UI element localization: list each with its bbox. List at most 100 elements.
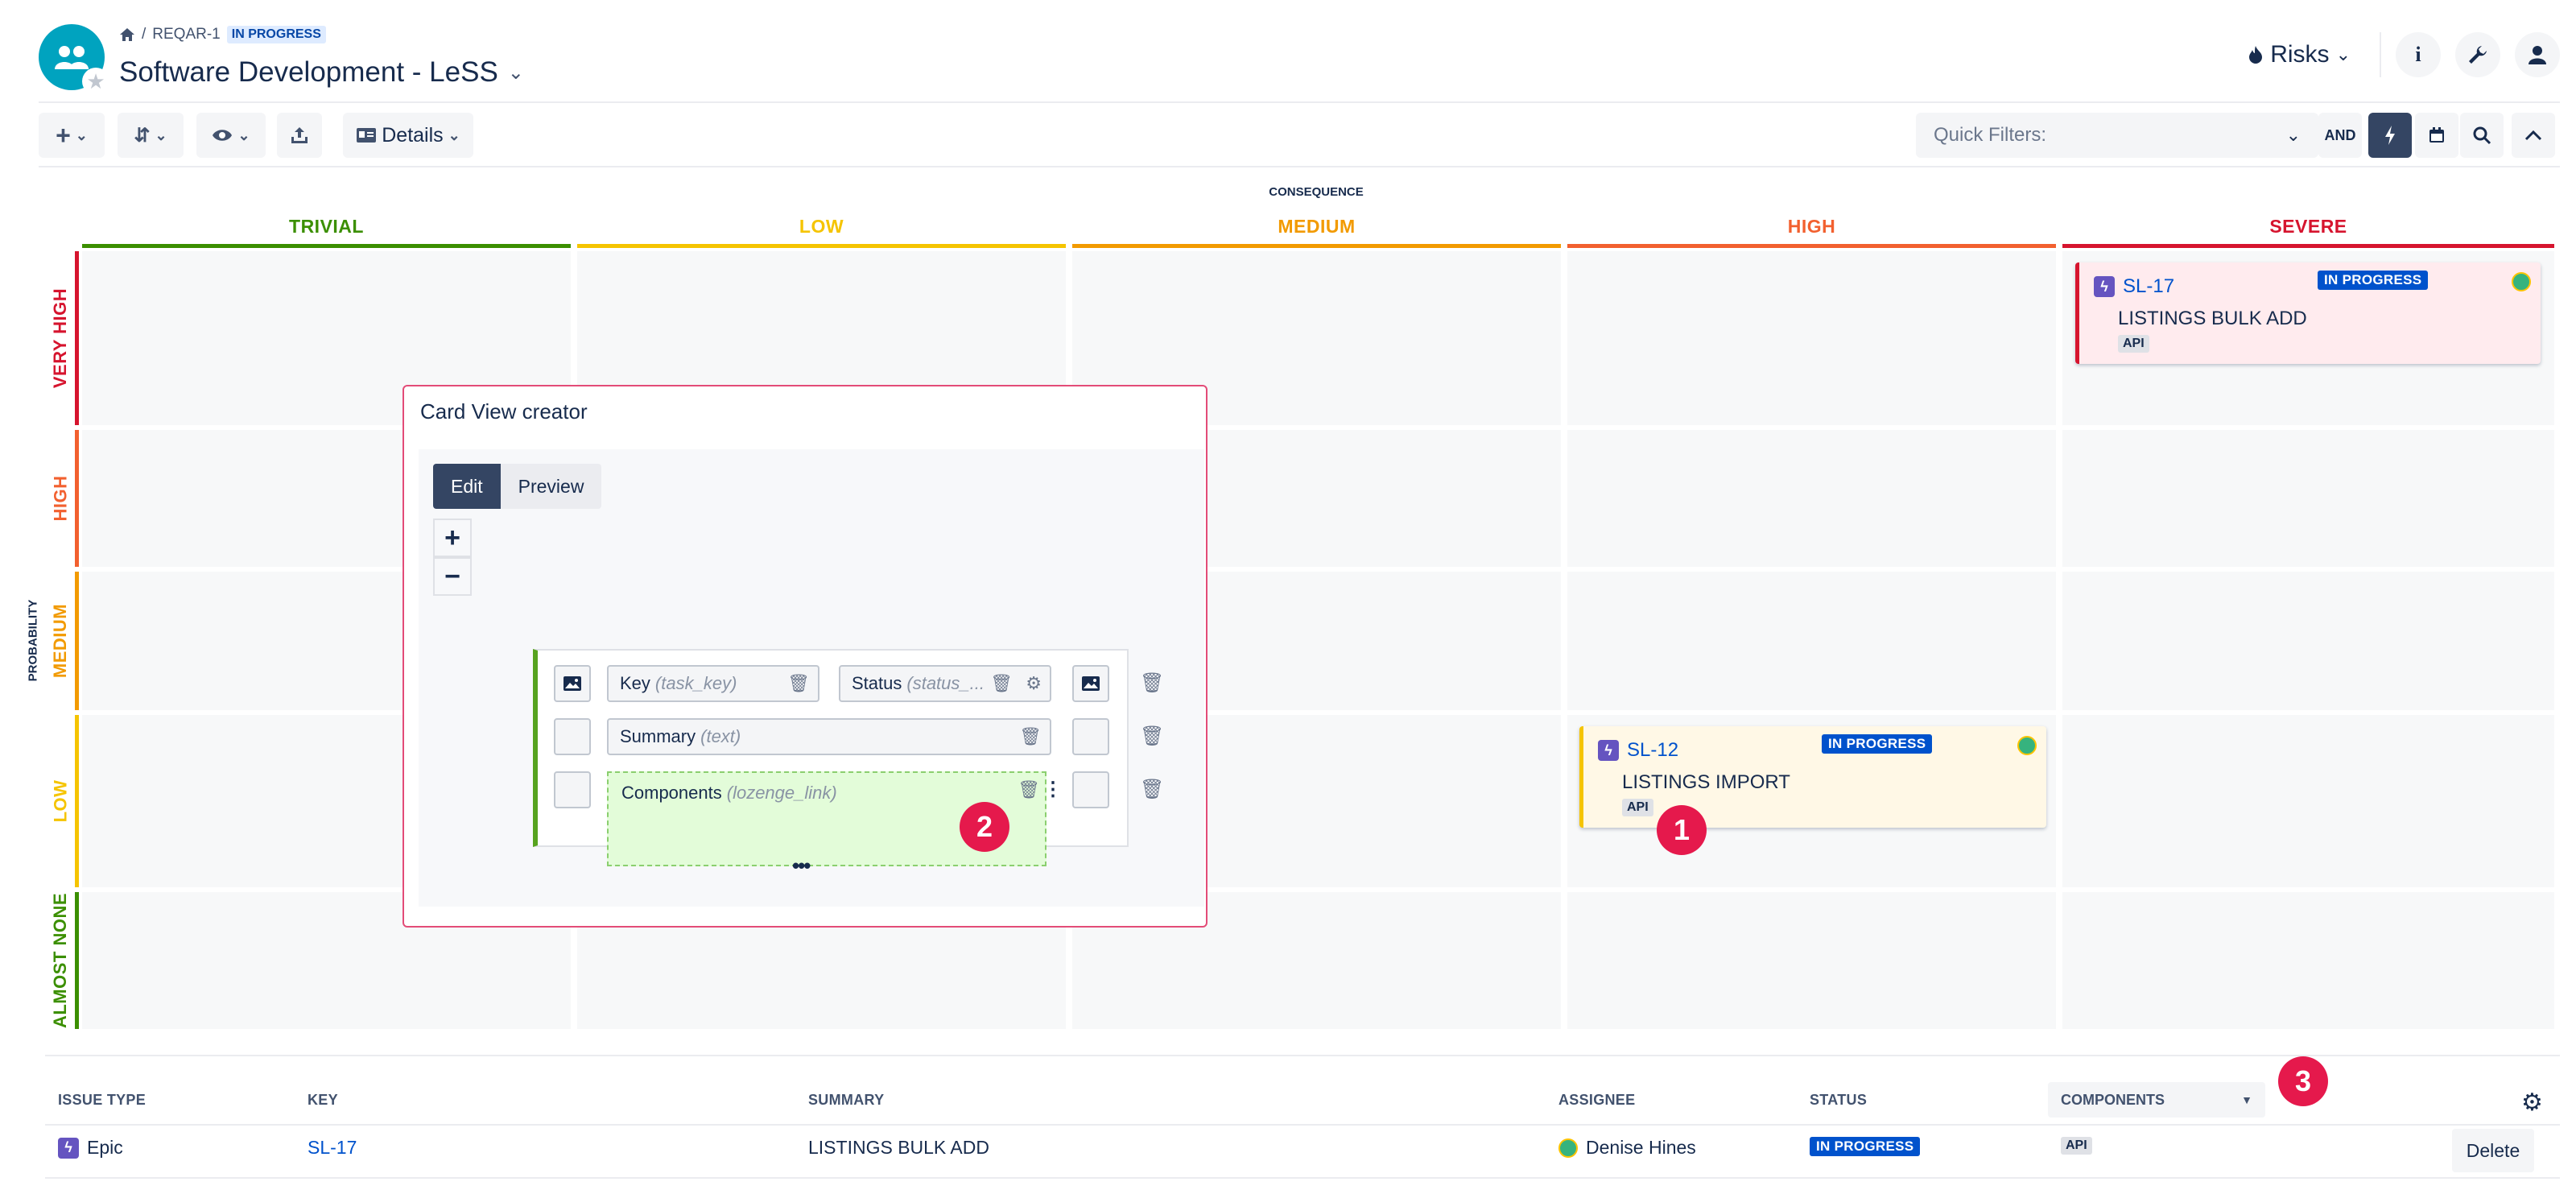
lightning-view-button[interactable] (2368, 113, 2412, 158)
status-field[interactable]: Status (status_... 🗑 ⚙ (839, 665, 1051, 702)
header-actions: Risks ⌄ i (2233, 32, 2560, 77)
epic-icon: ϟ (58, 1137, 79, 1159)
issue-type-text: Epic (87, 1137, 123, 1158)
row-trash-icon[interactable]: 🗑 (1140, 725, 1164, 748)
row-trash-icon[interactable]: 🗑 (1140, 671, 1164, 695)
collapse-button[interactable] (2512, 113, 2555, 158)
trash-icon[interactable]: 🗑 (1018, 779, 1040, 800)
column-header-high: HIGH (1567, 216, 2056, 248)
matrix-cell[interactable] (1567, 430, 2056, 567)
image-slot[interactable] (554, 665, 591, 702)
drag-handle-icon[interactable]: ⋮ (1043, 778, 1063, 801)
card-key[interactable]: ϟ SL-12 (1598, 739, 1678, 762)
quick-filters-select[interactable]: Quick Filters: ⌄ (1916, 113, 2318, 158)
cell-status: IN PROGRESS (1810, 1137, 1921, 1156)
info-icon[interactable]: i (2396, 32, 2441, 77)
breadcrumb: / REQAR-1 IN PROGRESS (119, 26, 326, 43)
id-card-icon (357, 128, 377, 143)
summary-field[interactable]: Summary (text) 🗑 (607, 718, 1051, 755)
component-lozenge[interactable]: API (1622, 799, 1653, 816)
field-label: Key (620, 673, 650, 693)
calendar-view-button[interactable] (2415, 113, 2458, 158)
details-button[interactable]: Details ⌄ (343, 113, 473, 158)
toolbar-divider (39, 166, 2560, 167)
column-header-low: LOW (577, 216, 1066, 248)
trash-icon[interactable]: 🗑 (1019, 726, 1042, 747)
row-trash-icon[interactable]: 🗑 (1140, 778, 1164, 801)
chevron-down-icon: ⌄ (2285, 125, 2301, 145)
gear-icon[interactable]: ⚙ (1026, 673, 1042, 694)
card-key-text: SL-12 (1627, 739, 1679, 761)
matrix-cell[interactable] (2062, 572, 2554, 710)
assignee-avatar (1558, 1138, 1578, 1158)
field-label: Components (621, 783, 722, 803)
user-icon[interactable] (2515, 32, 2560, 77)
card-key[interactable]: ϟ SL-17 (2094, 275, 2174, 298)
export-button[interactable] (277, 113, 322, 158)
zoom-in-button[interactable]: + (433, 519, 472, 557)
row-header-medium: MEDIUM (47, 572, 79, 710)
component-lozenge[interactable]: API (2061, 1137, 2092, 1155)
divider (2380, 32, 2381, 77)
image-slot[interactable] (1072, 665, 1109, 702)
field-hint: (lozenge_link) (726, 783, 837, 803)
matrix-cell[interactable] (1567, 251, 2056, 425)
col-components[interactable]: COMPONENTS ▼ (2048, 1082, 2265, 1118)
add-button[interactable]: + ⌄ (39, 113, 105, 158)
matrix-cell[interactable] (2062, 430, 2554, 567)
table-settings-gear-icon[interactable]: ⚙ (2521, 1089, 2543, 1117)
matrix-cell[interactable] (2062, 892, 2554, 1029)
cell-key[interactable]: SL-17 (308, 1137, 357, 1159)
callout-badge-3: 3 (2278, 1056, 2328, 1106)
search-button[interactable] (2460, 113, 2504, 158)
col-key[interactable]: KEY (308, 1092, 338, 1109)
matrix-cell[interactable] (1567, 892, 2056, 1029)
component-lozenge[interactable]: API (2118, 335, 2149, 353)
col-status[interactable]: STATUS (1810, 1092, 1867, 1109)
wrench-icon[interactable] (2455, 32, 2500, 77)
sort-icon: ⇵ (134, 124, 151, 147)
project-avatar[interactable]: ★ (39, 24, 109, 95)
delete-button[interactable]: Delete (2452, 1129, 2534, 1172)
page-title[interactable]: Software Development - LeSS ⌄ (119, 56, 524, 89)
col-summary[interactable]: SUMMARY (808, 1092, 884, 1109)
tab-edit[interactable]: Edit (433, 464, 501, 509)
epic-icon: ϟ (1598, 740, 1619, 761)
col-issue-type[interactable]: ISSUE TYPE (58, 1092, 146, 1109)
more-options-icon[interactable]: ••• (792, 853, 811, 878)
risk-card[interactable]: ϟ SL-17 IN PROGRESS LISTINGS BULK ADD AP… (2075, 262, 2541, 364)
breadcrumb-separator: / (142, 26, 147, 43)
empty-slot[interactable] (1072, 718, 1109, 755)
column-header-severe: SEVERE (2062, 216, 2554, 248)
zoom-out-button[interactable]: − (433, 557, 472, 596)
image-icon (1082, 676, 1100, 691)
empty-slot[interactable] (554, 771, 591, 808)
field-hint: (task_key) (654, 673, 737, 693)
empty-slot[interactable] (554, 718, 591, 755)
export-icon (291, 127, 308, 143)
visibility-button[interactable]: ⌄ (196, 113, 266, 158)
risk-card[interactable]: ϟ SL-12 IN PROGRESS LISTINGS IMPORT API (1579, 726, 2046, 828)
epic-icon: ϟ (2094, 276, 2115, 297)
row-header-very-high: VERY HIGH (47, 251, 79, 425)
field-hint: (text) (700, 726, 741, 746)
tab-preview[interactable]: Preview (500, 464, 602, 509)
card-view-creator-dialog: Card View creator Edit Preview + − Key (t… (402, 385, 1208, 928)
chevron-down-icon: ⌄ (507, 61, 524, 84)
breadcrumb-project[interactable]: REQAR-1 (152, 26, 220, 43)
trash-icon[interactable]: 🗑 (990, 673, 1013, 694)
col-assignee[interactable]: ASSIGNEE (1558, 1092, 1635, 1109)
home-icon[interactable] (119, 27, 135, 42)
key-field[interactable]: Key (task_key) 🗑 (607, 665, 819, 702)
chevron-up-icon (2524, 130, 2542, 141)
fire-icon (2249, 46, 2263, 64)
empty-slot[interactable] (1072, 771, 1109, 808)
and-toggle-button[interactable]: AND (2318, 113, 2362, 158)
matrix-cell[interactable] (1567, 572, 2056, 710)
risks-dropdown-button[interactable]: Risks ⌄ (2233, 32, 2365, 77)
trash-icon[interactable]: 🗑 (787, 673, 810, 694)
column-header-medium: MEDIUM (1072, 216, 1561, 248)
sort-button[interactable]: ⇵ ⌄ (118, 113, 184, 158)
matrix-cell[interactable] (2062, 715, 2554, 887)
favorite-star-icon[interactable]: ★ (82, 68, 109, 95)
